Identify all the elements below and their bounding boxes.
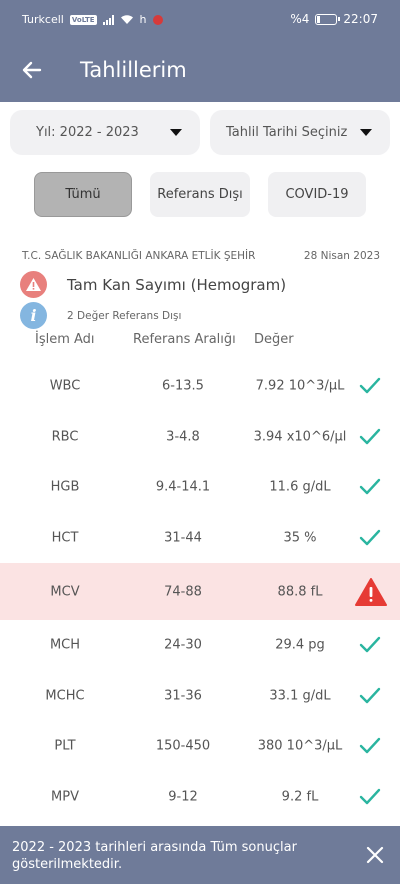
warning-icon xyxy=(355,577,387,606)
row-value: 3.94 x10^6/µl xyxy=(253,429,347,445)
row-range: 9.4-14.1 xyxy=(155,479,211,495)
row-range: 31-44 xyxy=(164,530,202,546)
row-value: 88.8 fL xyxy=(277,584,323,599)
table-row[interactable]: MCH 24-30 29.4 pg xyxy=(0,620,400,671)
result-source-row: T.C. SAĞLIK BAKANLIĞI ANKARA ETLİK ŞEHİR… xyxy=(22,250,380,262)
table-row[interactable]: MCV 74-88 88.8 fL xyxy=(0,563,400,620)
check-icon xyxy=(359,529,381,545)
result-date: 28 Nisan 2023 xyxy=(303,250,380,262)
row-name: RBC xyxy=(51,429,79,445)
snackbar-message: 2022 - 2023 tarihleri arasında Tüm sonuç… xyxy=(12,840,297,872)
check-icon xyxy=(359,738,381,754)
table-row[interactable]: MCHC 31-36 33.1 g/dL xyxy=(0,671,400,722)
tab-all[interactable]: Tümü xyxy=(34,172,132,217)
test-info-row: i 2 Değer Referans Dışı xyxy=(20,302,181,329)
table-header: İşlem Adı Referans Aralığı Değer xyxy=(0,332,400,352)
table-row[interactable]: HCT 31-44 35 % xyxy=(0,513,400,564)
row-value: 33.1 g/dL xyxy=(269,688,331,704)
row-name: HGB xyxy=(50,479,80,495)
status-bar: Turkcell VoLTE h %4 22:07 xyxy=(0,0,400,40)
table-row[interactable]: WBC 6-13.5 7.92 10^3/µL xyxy=(0,361,400,412)
row-name: MCH xyxy=(49,637,81,653)
warning-icon xyxy=(20,271,47,298)
carrier-name: Turkcell xyxy=(22,13,64,26)
results-table: WBC 6-13.5 7.92 10^3/µL RBC 3-4.8 3.94 x10^6/… xyxy=(0,361,400,822)
row-value: 9.2 fL xyxy=(281,789,319,805)
check-icon xyxy=(359,479,381,495)
notification-icon xyxy=(152,14,163,25)
row-status xyxy=(354,577,388,607)
close-icon[interactable] xyxy=(366,846,384,864)
row-range: 74-88 xyxy=(164,584,202,599)
row-status xyxy=(358,785,382,809)
row-range: 150-450 xyxy=(155,738,211,754)
row-status xyxy=(358,374,382,398)
row-status xyxy=(358,684,382,708)
year-dropdown-label: Yıl: 2022 - 2023 xyxy=(36,125,139,140)
tab-covid[interactable]: COVID-19 xyxy=(268,172,366,217)
page-title: Tahlillerim xyxy=(80,58,187,82)
test-title-row: Tam Kan Sayımı (Hemogram) xyxy=(20,271,286,298)
table-row[interactable]: PLT 150-450 380 10^3/µL xyxy=(0,721,400,772)
row-name: MCV xyxy=(50,584,80,599)
row-value: 380 10^3/µL xyxy=(257,738,343,754)
check-icon xyxy=(359,687,381,703)
tab-bar: Tümü Referans Dışı COVID-19 xyxy=(0,172,400,218)
out-of-range-count: 2 Değer Referans Dışı xyxy=(67,309,182,322)
institution-name: T.C. SAĞLIK BAKANLIĞI ANKARA ETLİK ŞEHİR xyxy=(22,250,256,262)
row-value: 11.6 g/dL xyxy=(269,479,331,495)
row-status xyxy=(358,475,382,499)
check-icon xyxy=(359,378,381,394)
table-row[interactable]: HGB 9.4-14.1 11.6 g/dL xyxy=(0,462,400,513)
column-value: Değer xyxy=(254,332,294,347)
tab-out-of-range[interactable]: Referans Dışı xyxy=(150,172,250,217)
wifi-icon xyxy=(120,15,133,24)
row-range: 24-30 xyxy=(164,637,202,653)
column-name: İşlem Adı xyxy=(35,332,95,347)
battery-percent: %4 xyxy=(290,12,310,26)
date-dropdown-label: Tahlil Tarihi Seçiniz xyxy=(226,125,348,140)
row-name: HCT xyxy=(51,530,79,546)
row-range: 31-36 xyxy=(164,688,202,704)
clock: 22:07 xyxy=(343,12,378,26)
filter-bar: Yıl: 2022 - 2023 Tahlil Tarihi Seçiniz xyxy=(10,110,390,155)
table-row[interactable]: RBC 3-4.8 3.94 x10^6/µl xyxy=(0,412,400,463)
row-value: 7.92 10^3/µL xyxy=(255,378,345,394)
volte-badge: VoLTE xyxy=(69,14,97,25)
caret-down-icon xyxy=(360,129,372,136)
row-status xyxy=(358,734,382,758)
row-value: 35 % xyxy=(283,530,317,546)
year-dropdown[interactable]: Yıl: 2022 - 2023 xyxy=(10,110,200,155)
caret-down-icon xyxy=(170,129,182,136)
row-range: 9-12 xyxy=(168,789,198,805)
row-status xyxy=(358,425,382,449)
battery-icon xyxy=(315,13,341,25)
row-range: 3-4.8 xyxy=(166,429,200,445)
row-status xyxy=(358,526,382,550)
test-name: Tam Kan Sayımı (Hemogram) xyxy=(67,275,287,294)
snackbar: 2022 - 2023 tarihleri arasında Tüm sonuç… xyxy=(0,826,400,884)
row-name: MCHC xyxy=(45,688,85,704)
table-row[interactable]: MPV 9-12 9.2 fL xyxy=(0,772,400,823)
row-name: WBC xyxy=(49,378,81,394)
check-icon xyxy=(359,637,381,653)
arrow-left-icon[interactable] xyxy=(20,58,44,82)
signal-icon xyxy=(102,14,114,25)
row-status xyxy=(358,633,382,657)
app-bar: Tahlillerim xyxy=(0,40,400,102)
date-dropdown[interactable]: Tahlil Tarihi Seçiniz xyxy=(210,110,390,155)
info-icon: i xyxy=(20,302,47,329)
row-name: MPV xyxy=(51,789,79,805)
h-indicator: h xyxy=(139,13,147,26)
row-range: 6-13.5 xyxy=(162,378,204,394)
row-name: PLT xyxy=(54,738,76,754)
check-icon xyxy=(359,428,381,444)
row-value: 29.4 pg xyxy=(275,637,325,653)
column-range: Referans Aralığı xyxy=(133,332,236,347)
check-icon xyxy=(359,788,381,804)
